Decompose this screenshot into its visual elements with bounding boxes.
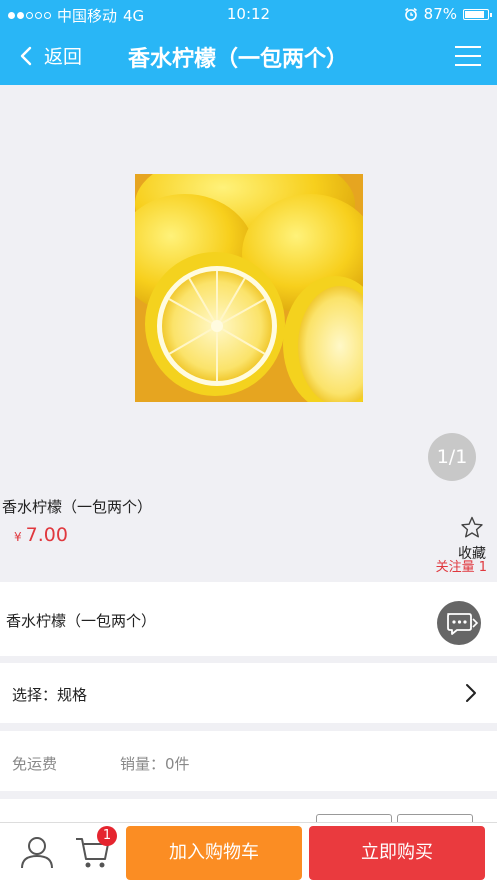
description-card: 香水柠檬（一包两个） <box>0 582 497 656</box>
status-bar: 中国移动 4G 10:12 87% <box>0 0 497 28</box>
add-to-cart-button[interactable]: 加入购物车 <box>126 826 302 880</box>
follow-label: 关注量 <box>435 560 475 575</box>
back-label: 返回 <box>44 46 83 68</box>
follow-count: 关注量 1 <box>436 556 487 575</box>
chat-icon <box>447 613 479 635</box>
battery-icon <box>463 8 492 20</box>
nav-bar: 返回 香水柠檬（一包两个） <box>0 28 497 85</box>
currency-symbol: ¥ <box>14 530 22 544</box>
product-price: ¥7.00 <box>14 524 68 546</box>
product-name: 香水柠檬（一包两个） <box>2 498 153 516</box>
back-button[interactable]: 返回 <box>20 42 82 69</box>
bottom-action-bar: 1 加入购物车 立即购买 <box>0 822 497 884</box>
menu-icon[interactable] <box>455 46 481 66</box>
buy-now-button[interactable]: 立即购买 <box>309 826 485 880</box>
star-icon <box>461 516 483 538</box>
description-text: 香水柠檬（一包两个） <box>6 612 157 630</box>
battery-percent: 87% <box>423 5 457 23</box>
follow-number: 1 <box>478 560 487 575</box>
back-arrow-icon <box>20 46 32 65</box>
product-gallery[interactable] <box>0 85 497 492</box>
chevron-right-icon <box>466 684 476 702</box>
shipping-info: 免运费 <box>12 755 58 773</box>
cart-count-badge: 1 <box>97 826 117 846</box>
price-value: 7.00 <box>25 524 68 546</box>
user-icon[interactable] <box>18 833 56 871</box>
product-image <box>135 174 363 402</box>
select-spec-row[interactable]: 选择：规格 <box>0 663 497 723</box>
select-spec-label: 选择：规格 <box>12 686 88 704</box>
alarm-icon <box>404 7 417 21</box>
status-right: 87% <box>404 5 492 23</box>
product-info: 香水柠檬（一包两个） ¥7.00 收藏 关注量 1 <box>0 492 497 582</box>
page-title: 香水柠檬（一包两个） <box>128 47 349 72</box>
image-counter: 1/1 <box>428 433 476 481</box>
sales-info: 销量：0件 <box>120 755 190 773</box>
chat-button[interactable] <box>437 601 481 645</box>
shipping-sales-card: 免运费 销量：0件 <box>0 731 497 791</box>
